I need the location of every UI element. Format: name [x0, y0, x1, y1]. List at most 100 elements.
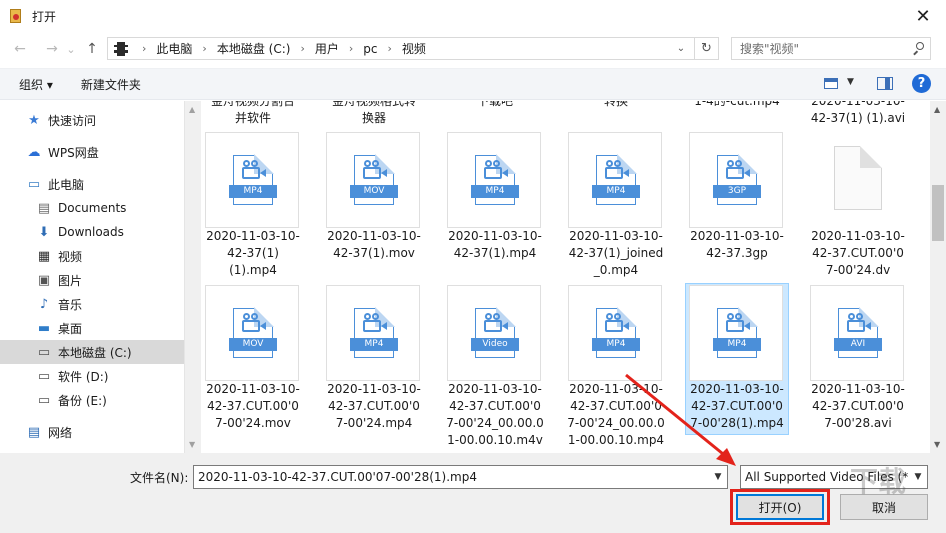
file-name: 下载吧 [476, 101, 513, 108]
address-bar[interactable]: › 此电脑 › 本地磁盘 (C:) › 用户 › pc › 视频 ⌄ ↻ [107, 37, 719, 60]
file-name: 2020-11-03-10- 42-37(1) (1).avi [810, 101, 906, 125]
file-type-badge: MOV [229, 338, 277, 351]
music-icon: ♪ [39, 296, 49, 312]
breadcrumb-item[interactable]: › 视频 [377, 40, 425, 57]
sidebar-item[interactable]: ▭ 软件 (D:) [0, 364, 184, 388]
sidebar-item-label: 视频 [58, 249, 83, 264]
preview-pane-icon[interactable] [877, 77, 893, 90]
sidebar-item[interactable]: ★ 快速访问 [0, 108, 184, 132]
breadcrumb-separator-icon[interactable]: › [202, 42, 206, 55]
sidebar-item[interactable]: ▤ Documents [0, 196, 184, 220]
breadcrumb-label: 视频 [401, 42, 426, 56]
title-bar: 打开 ✕ [0, 0, 946, 32]
file-thumbnail: 3GP [689, 132, 783, 228]
filename-dropdown-icon[interactable]: ▼ [709, 466, 727, 488]
cloud-icon: ☁ [27, 144, 41, 160]
sidebar-item[interactable]: ☁ WPS网盘 [0, 140, 184, 164]
dialog-footer: 文件名(N): 2020-11-03-10-42-37.CUT.00'07-00… [0, 453, 946, 533]
file-name: 2020-11-03-10- 42-37(1).mov [327, 229, 421, 260]
drive-c-icon: ▭ [37, 344, 51, 360]
sidebar-item-label: 快速访问 [48, 113, 97, 128]
sidebar-item[interactable]: ▣ 图片 [0, 268, 184, 292]
sidebar-item[interactable]: ▭ 本地磁盘 (C:) [0, 340, 184, 364]
file-name: 2020-11-03-10- 42-37(1).mp4 [448, 229, 542, 260]
sidebar-item-label: 音乐 [58, 297, 83, 312]
video-file-icon: MP4 [713, 307, 761, 358]
sidebar-item-label: WPS网盘 [48, 145, 99, 160]
file-name: 2020-11-03-10- 42-37(1)_joined _0.mp4 [568, 229, 664, 277]
file-type-badge: MOV [350, 185, 398, 198]
forward-button[interactable]: → [40, 37, 64, 61]
breadcrumb-item[interactable]: › pc [339, 42, 378, 56]
sidebar-item[interactable]: ▦ 视频 [0, 244, 184, 268]
video-file-icon: MOV [350, 154, 398, 205]
refresh-icon[interactable]: ↻ [694, 38, 718, 59]
video-file-icon: Video [471, 307, 519, 358]
back-button[interactable]: ← [8, 37, 32, 61]
new-folder-button[interactable]: 新建文件夹 [81, 76, 141, 93]
breadcrumb-label: 此电脑 [156, 42, 193, 56]
breadcrumb-separator-icon[interactable]: › [142, 42, 146, 55]
video-folder-icon [114, 41, 128, 56]
breadcrumb-item[interactable]: › 本地磁盘 (C:) [192, 40, 290, 57]
sidebar-item-label: 图片 [58, 273, 83, 288]
file-type-badge: MP4 [713, 338, 761, 351]
file-name: 金舟视频格式转 换器 [331, 101, 416, 125]
file-name: 2020-11-03-10- 42-37.3gp [690, 229, 784, 260]
file-list-scrollbar[interactable]: ▲ ▼ [930, 101, 946, 453]
sidebar-item[interactable]: ⬇ Downloads [0, 220, 184, 244]
video-file-icon: 3GP [713, 154, 761, 205]
filename-input[interactable]: 2020-11-03-10-42-37.CUT.00'07-00'28(1).m… [193, 465, 728, 489]
breadcrumb-label: pc [363, 41, 378, 56]
breadcrumb-separator-icon[interactable]: › [300, 42, 304, 55]
search-input[interactable]: 搜索"视频" [731, 37, 931, 60]
sidebar-item[interactable]: ▭ 备份 (E:) [0, 388, 184, 412]
file-thumbnail: AVI [810, 285, 904, 381]
video-icon: ▦ [37, 248, 51, 264]
recent-locations-button[interactable]: ⌄ [64, 37, 78, 61]
breadcrumb-separator-icon[interactable]: › [349, 42, 353, 55]
sidebar-item-label: 网络 [48, 425, 73, 440]
sidebar-item[interactable]: ▭ 此电脑 [0, 172, 184, 196]
address-dropdown-icon[interactable]: ⌄ [670, 38, 692, 59]
sidebar-item-label: 本地磁盘 (C:) [58, 345, 132, 360]
close-button[interactable]: ✕ [900, 0, 946, 32]
organize-button[interactable]: 组织 ▾ [19, 76, 53, 93]
filename-value: 2020-11-03-10-42-37.CUT.00'07-00'28(1).m… [198, 470, 477, 484]
search-icon[interactable] [912, 42, 924, 55]
picture-icon: ▣ [37, 272, 51, 288]
file-type-badge: Video [471, 338, 519, 351]
help-icon[interactable]: ? [912, 74, 931, 93]
file-name: 2020-11-03-10- 42-37.CUT.00'0 7-00'24_00… [567, 382, 665, 447]
file-type-badge: AVI [834, 338, 882, 351]
file-name: 2020-11-03-10- 42-37.CUT.00'0 7-00'24_00… [446, 382, 544, 447]
sidebar-item[interactable]: ♪ 音乐 [0, 292, 184, 316]
video-file-icon: MP4 [471, 154, 519, 205]
search-placeholder: 搜索"视频" [740, 42, 800, 56]
file-thumbnail: MP4 [205, 132, 299, 228]
view-options-dropdown-icon[interactable]: ▼ [847, 77, 854, 87]
sidebar-item-label: Documents [58, 201, 127, 215]
sidebar-item[interactable]: ▬ 桌面 [0, 316, 184, 340]
change-view-icon[interactable] [824, 78, 838, 89]
navigation-pane-scrollbar[interactable]: ▲ ▼ [184, 101, 201, 453]
breadcrumb-item[interactable]: › 用户 [290, 40, 338, 57]
file-type-badge: MP4 [592, 185, 640, 198]
up-button[interactable]: ↑ [80, 37, 104, 61]
breadcrumb-label: 本地磁盘 (C:) [216, 42, 291, 56]
breadcrumb-item[interactable]: › 此电脑 [132, 40, 192, 57]
breadcrumb-label: 用户 [314, 42, 339, 56]
document-icon: ▤ [37, 200, 51, 216]
breadcrumb-separator-icon[interactable]: › [387, 42, 391, 55]
breadcrumb: › 此电脑 › 本地磁盘 (C:) › 用户 › pc › 视频 [132, 40, 426, 57]
scrollbar-thumb[interactable] [932, 185, 944, 241]
computer-icon: ▭ [27, 176, 41, 192]
file-name: 2020-11-03-10- 42-37.CUT.00'0 7-00'24.mo… [206, 382, 300, 430]
file-thumbnail: MOV [326, 132, 420, 228]
file-name: 2020-11-03-10- 42-37.CUT.00'0 7-00'24.dv [811, 229, 905, 277]
file-name: 2020-11-03-10- 42-37.CUT.00'0 7-00'28.av… [811, 382, 905, 430]
star-icon: ★ [28, 112, 40, 128]
sidebar-item[interactable]: ▤ 网络 [0, 420, 184, 444]
file-thumbnail: MP4 [689, 285, 783, 381]
file-thumbnail: MP4 [568, 285, 662, 381]
